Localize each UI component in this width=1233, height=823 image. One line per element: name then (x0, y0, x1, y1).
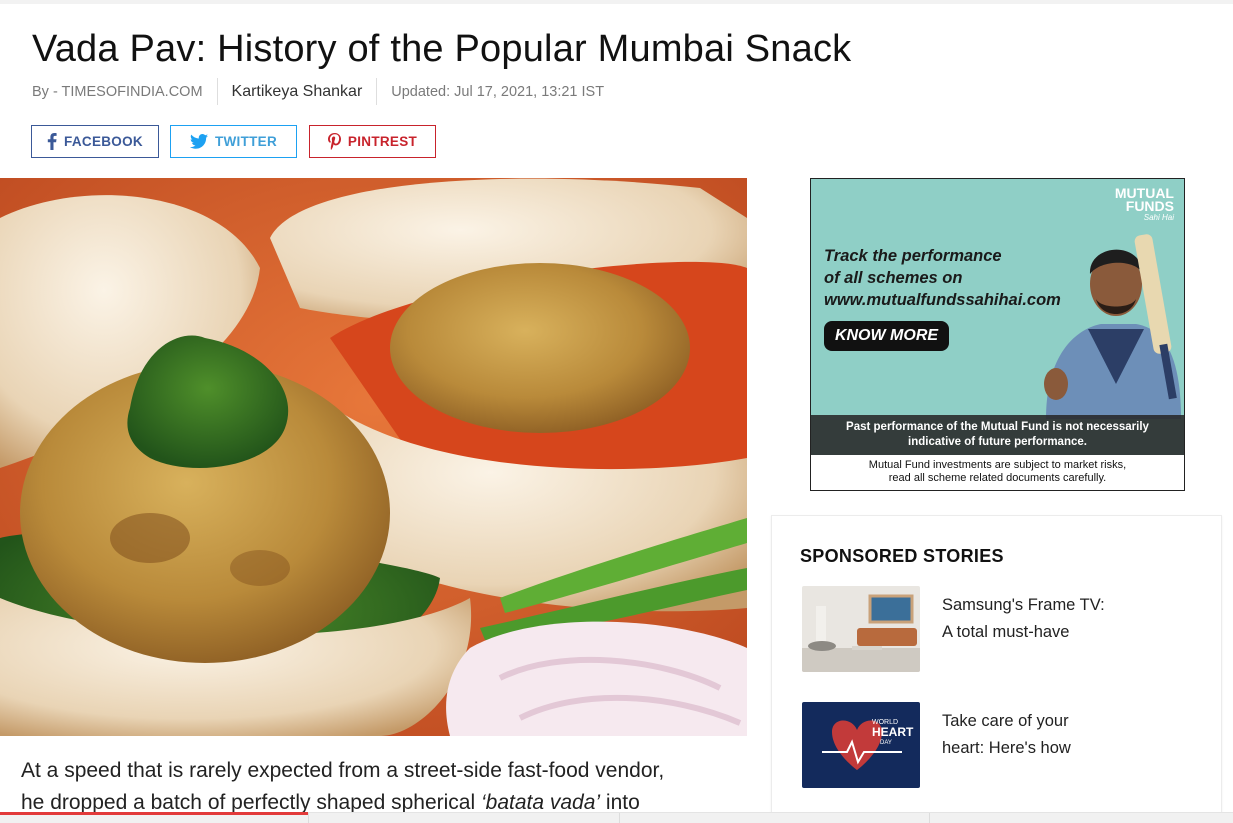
story-thumbnail-heart[interactable]: WORLD HEART DAY (802, 702, 920, 788)
article-body-italic: ‘batata vada’ (480, 791, 601, 814)
article-body: At a speed that is rarely expected from … (21, 755, 761, 819)
thumb-text-heart: HEART (872, 725, 914, 739)
sponsored-story[interactable]: Samsung's Frame TV: A total must-have (802, 586, 1202, 672)
article-body-line: At a speed that is rarely expected from … (21, 759, 665, 782)
facebook-share-label: FACEBOOK (64, 134, 143, 149)
ad-person-illustration (1044, 234, 1181, 419)
sponsored-story-title[interactable]: Samsung's Frame TV: A total must-have (942, 592, 1107, 646)
progress-divider (929, 813, 930, 823)
byline: By - TIMESOFINDIA.COM Kartikeya Shankar … (32, 78, 604, 105)
sponsored-story-title[interactable]: Take care of your heart: Here's how (942, 708, 1107, 762)
hero-image-vada-pav (0, 178, 747, 736)
know-more-button[interactable]: KNOW MORE (824, 321, 949, 351)
article-title: Vada Pav: History of the Popular Mumbai … (32, 28, 852, 70)
ad-disclaimer-performance: Past performance of the Mutual Fund is n… (811, 415, 1184, 455)
facebook-share-button[interactable]: FACEBOOK (31, 125, 159, 158)
ad-brand-logo: MUTUAL FUNDS Sahi Hai (1114, 185, 1174, 222)
story-thumbnail-living-room[interactable] (802, 586, 920, 672)
pinterest-share-button[interactable]: PINTREST (309, 125, 436, 158)
sponsored-stories-heading: SPONSORED STORIES (800, 546, 1004, 566)
article-body-text: he dropped a batch of perfectly shaped s… (21, 791, 481, 814)
progress-divider (619, 813, 620, 823)
mutual-funds-ad[interactable]: MUTUAL FUNDS Sahi Hai Track the performa… (810, 178, 1185, 491)
reading-progress-fill (0, 812, 309, 815)
twitter-icon (189, 134, 208, 149)
pinterest-share-label: PINTREST (347, 134, 418, 149)
top-rule (0, 0, 1233, 4)
pinterest-icon (327, 133, 341, 150)
twitter-share-button[interactable]: TWITTER (170, 125, 297, 158)
ad-disclaimer-risk: Mutual Fund investments are subject to m… (811, 455, 1184, 490)
sponsored-story[interactable]: WORLD HEART DAY Take care of your heart:… (802, 702, 1202, 788)
byline-source[interactable]: By - TIMESOFINDIA.COM (32, 84, 217, 100)
progress-divider (308, 813, 309, 823)
byline-updated: Updated: Jul 17, 2021, 13:21 IST (391, 83, 605, 100)
article-body-text: into (600, 791, 640, 814)
byline-author[interactable]: Kartikeya Shankar (218, 83, 377, 101)
facebook-icon (47, 133, 57, 150)
twitter-share-label: TWITTER (214, 134, 278, 149)
sponsored-stories-panel: SPONSORED STORIES Samsung's Frame TV: A … (771, 515, 1222, 815)
reading-progress-bar (0, 812, 1233, 823)
thumb-text-day: DAY (880, 740, 892, 746)
